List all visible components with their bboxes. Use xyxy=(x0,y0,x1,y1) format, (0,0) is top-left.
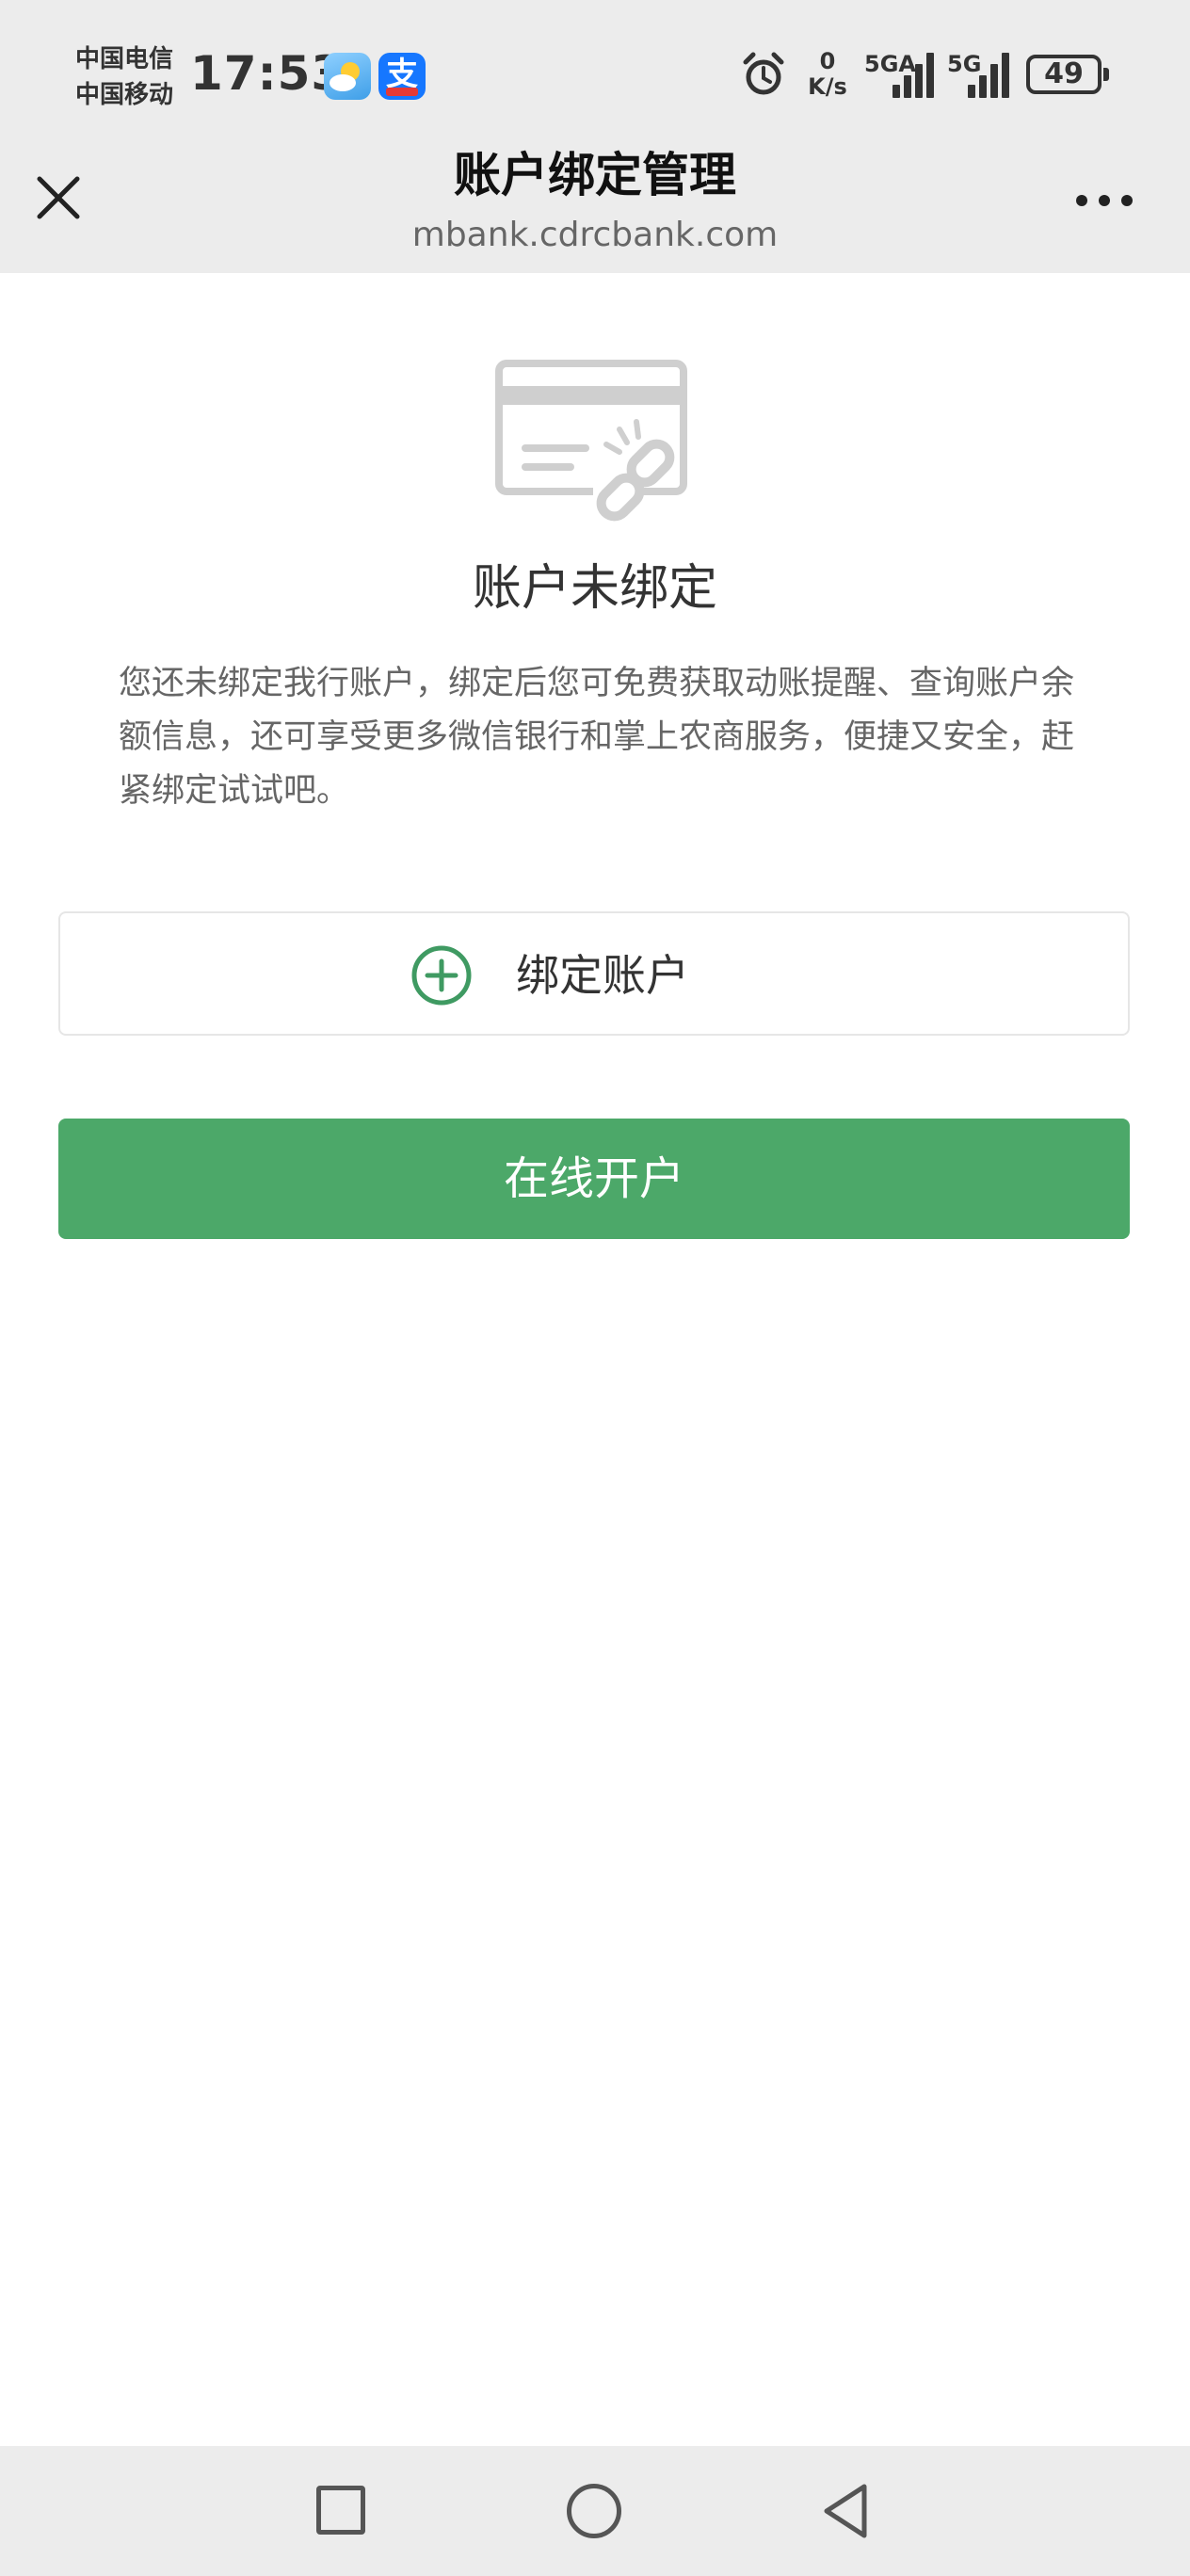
page-header: 账户绑定管理 mbank.cdrcbank.com xyxy=(0,139,1190,273)
add-circle-icon xyxy=(411,945,472,1006)
home-icon[interactable] xyxy=(567,2484,621,2538)
signal-1-icon xyxy=(892,49,938,98)
battery-icon: 49 xyxy=(1026,55,1109,94)
binding-status-title: 账户未绑定 xyxy=(472,560,717,617)
net-speed: 0 K/s xyxy=(802,49,853,100)
bind-account-button[interactable]: 绑定账户 xyxy=(58,911,1130,1036)
weather-app-icon xyxy=(324,53,371,100)
card-unlinked-icon xyxy=(495,360,687,533)
net-speed-value: 0 xyxy=(819,48,836,74)
bind-account-label: 绑定账户 xyxy=(516,950,689,1001)
binding-description: 您还未绑定我行账户，绑定后您可免费获取动账提醒、查询账户余额信息，还可享受更多微… xyxy=(119,665,1075,810)
recent-apps-icon[interactable] xyxy=(316,2486,365,2535)
status-time: 17:53 xyxy=(190,46,346,101)
carrier-labels: 中国电信 中国移动 xyxy=(75,41,173,113)
status-bar: 中国电信 中国移动 17:53 支 0 K/s 5GA 5G 49 xyxy=(0,0,1190,139)
page-domain: mbank.cdrcbank.com xyxy=(411,216,779,254)
back-icon[interactable] xyxy=(819,2482,872,2540)
more-icon[interactable] xyxy=(1071,186,1137,215)
page-title: 账户绑定管理 xyxy=(454,148,736,202)
alipay-app-icon: 支 xyxy=(378,53,426,100)
alarm-icon xyxy=(743,52,784,95)
signal-2-icon xyxy=(968,49,1013,98)
carrier-2: 中国移动 xyxy=(75,81,174,109)
carrier-1: 中国电信 xyxy=(75,45,174,73)
open-account-online-button[interactable]: 在线开户 xyxy=(58,1119,1130,1239)
net-speed-unit: K/s xyxy=(808,73,847,100)
system-nav-bar xyxy=(0,2446,1190,2576)
